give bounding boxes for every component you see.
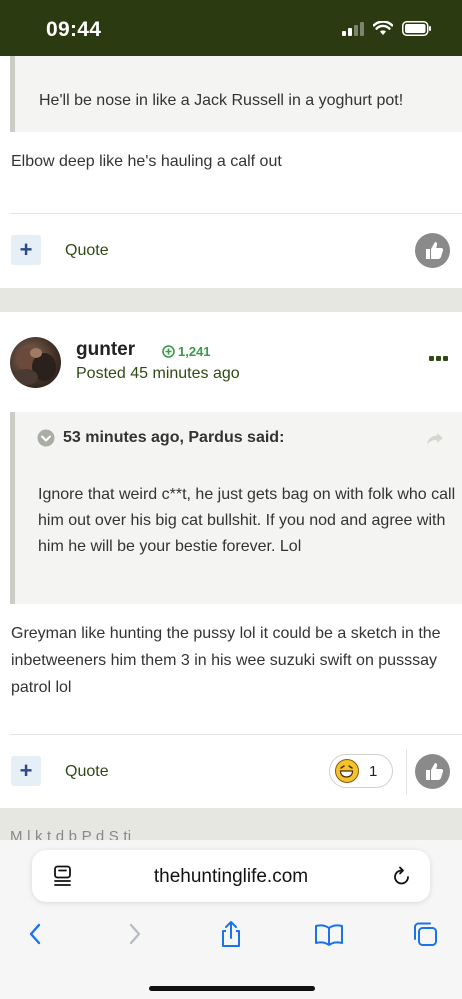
quote-attribution: 53 minutes ago, Pardus said:: [63, 429, 285, 446]
bookmarks-icon[interactable]: [314, 920, 344, 948]
like-button[interactable]: [415, 233, 450, 268]
quote-block: He'll be nose in like a Jack Russell in …: [10, 56, 462, 132]
chevron-circle-icon: [37, 429, 55, 447]
quote-button[interactable]: Quote: [65, 242, 109, 260]
divider: [406, 749, 407, 795]
reputation-count: 1,241: [178, 344, 211, 359]
previous-post: He'll be nose in like a Jack Russell in …: [0, 56, 462, 288]
post-separator: [0, 288, 462, 312]
like-button[interactable]: [415, 754, 450, 789]
reaction-badge[interactable]: 1: [329, 754, 393, 788]
laughing-emoji-icon: [335, 759, 359, 783]
quote-text: He'll be nose in like a Jack Russell in …: [39, 92, 404, 109]
avatar-photo: [14, 347, 56, 385]
thumbs-up-icon: [426, 763, 444, 780]
quote-text: Ignore that weird c**t, he just gets bag…: [38, 486, 456, 555]
post-body: Elbow deep like he's hauling a calf out: [11, 153, 282, 170]
thumbs-up-icon: [426, 242, 444, 259]
status-icons: [342, 21, 432, 36]
reload-icon[interactable]: [392, 865, 412, 887]
avatar[interactable]: [10, 337, 61, 388]
status-time: 09:44: [46, 18, 102, 41]
post-gunter: gunter 1,241 Posted 45 minutes ago 53 mi…: [0, 312, 462, 808]
reaction-count: 1: [369, 762, 378, 780]
reputation-badge: 1,241: [162, 344, 211, 359]
wifi-icon: [373, 21, 393, 35]
quote-header[interactable]: 53 minutes ago, Pardus said:: [37, 429, 284, 447]
browser-toolbar: thehuntinglife.com: [0, 840, 462, 999]
post-body: Greyman like hunting the pussy lol it co…: [11, 625, 441, 696]
quote-button[interactable]: Quote: [65, 763, 109, 781]
share-icon[interactable]: [217, 920, 245, 948]
multiquote-button[interactable]: +: [11, 235, 41, 265]
tabs-icon[interactable]: [411, 920, 439, 948]
quote-block: 53 minutes ago, Pardus said: Ignore that…: [10, 412, 462, 604]
author-name[interactable]: gunter: [76, 339, 135, 361]
forward-icon[interactable]: [120, 920, 148, 948]
address-bar[interactable]: thehuntinglife.com: [32, 850, 430, 902]
multiquote-button[interactable]: +: [11, 756, 41, 786]
divider: [10, 213, 462, 214]
home-indicator: [149, 986, 315, 991]
cellular-signal-icon: [342, 21, 364, 36]
status-bar: 09:44: [0, 0, 462, 56]
divider: [10, 734, 462, 735]
post-timestamp[interactable]: Posted 45 minutes ago: [76, 365, 240, 383]
back-icon[interactable]: [22, 920, 50, 948]
plus-circle-icon: [162, 345, 175, 358]
more-options-icon[interactable]: [429, 356, 448, 361]
url-text[interactable]: thehuntinglife.com: [32, 866, 430, 888]
share-arrow-icon[interactable]: [426, 432, 444, 446]
battery-icon: [402, 21, 431, 36]
